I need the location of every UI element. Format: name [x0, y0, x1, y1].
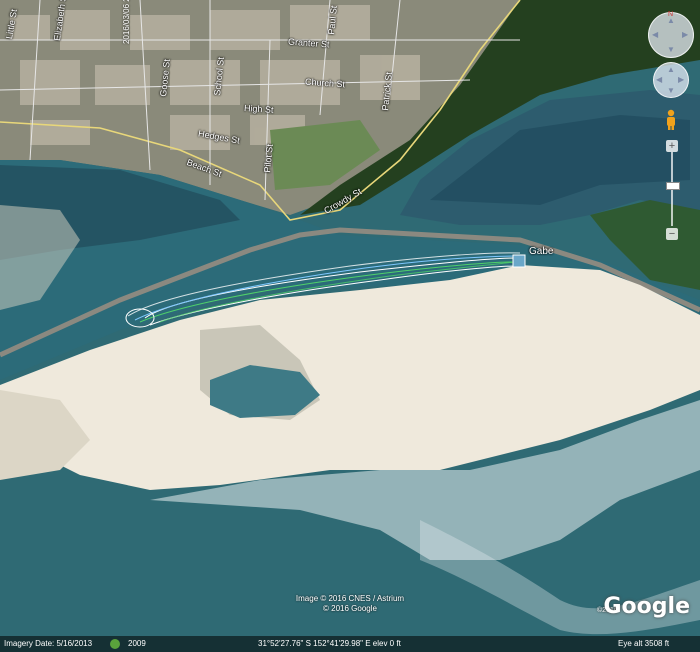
placemark-icon — [512, 254, 526, 268]
move-control[interactable]: ▲ ▼ ◀ ▶ — [653, 62, 689, 98]
north-icon: N — [668, 11, 674, 18]
look-left-icon: ◀ — [652, 30, 659, 39]
zoom-out-button[interactable]: − — [666, 228, 678, 240]
copyright-line-1: Image © 2016 CNES / Astrium — [295, 594, 405, 603]
look-down-icon: ▼ — [667, 45, 675, 54]
place-label: Gabe — [529, 246, 554, 257]
look-right-icon: ▶ — [682, 30, 689, 39]
google-logo: Google — [603, 594, 691, 619]
move-up-icon: ▲ — [667, 65, 675, 74]
eye-altitude: Eye alt 3508 ft — [618, 639, 670, 648]
imagery-date: Imagery Date: 5/16/2013 — [4, 639, 93, 648]
zoom-in-button[interactable]: + — [666, 140, 678, 152]
move-down-icon: ▼ — [667, 86, 675, 95]
cursor-coordinates: 31°52'27.76" S 152°41'29.98" E elev 0 ft — [258, 639, 401, 648]
look-control[interactable]: ▲ ▼ ◀ ▶ N — [648, 11, 694, 58]
imagery-year: 2009 — [128, 639, 146, 648]
copyright: Image © 2016 CNES / Astrium © 2016 Googl… — [0, 594, 700, 614]
history-clock-icon[interactable] — [110, 639, 120, 649]
copyright-line-2: © 2016 Google — [323, 604, 377, 613]
move-left-icon: ◀ — [656, 75, 663, 84]
zoom-slider-handle[interactable] — [666, 182, 680, 190]
map-viewport[interactable]: Little St Elizabeth St Granter St Church… — [0, 0, 700, 652]
move-right-icon: ▶ — [678, 75, 685, 84]
satellite-map[interactable] — [0, 0, 700, 652]
street-view-pegman-icon[interactable] — [663, 109, 679, 131]
street-label-high-st: High St — [243, 102, 274, 116]
status-bar: Imagery Date: 5/16/2013 2009 31°52'27.76… — [0, 636, 700, 652]
track-timestamp: 2016/03/06 2:34:31 pm — [122, 0, 131, 44]
